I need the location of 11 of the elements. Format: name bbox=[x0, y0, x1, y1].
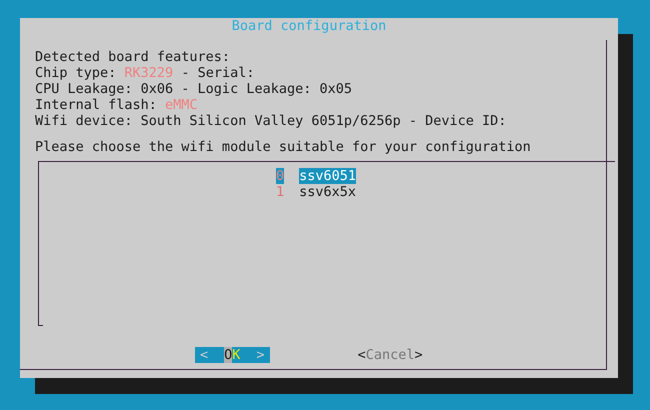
info-line: Chip type: RK3229 - Serial: bbox=[35, 65, 256, 81]
info-line: Internal flash: eMMC bbox=[35, 97, 199, 113]
prompt-text: Please choose the wifi module suitable for your configuration bbox=[35, 139, 532, 155]
info-line: Detected board features: bbox=[35, 49, 232, 65]
menu-item[interactable]: ssv6x5x bbox=[299, 184, 356, 200]
cancel-button[interactable]: <Cancel> bbox=[352, 347, 428, 363]
info-line: CPU Leakage: 0x06 - Logic Leakage: 0x05 bbox=[35, 81, 353, 97]
dialog-title: Board configuration bbox=[232, 18, 386, 34]
ok-button[interactable]: < OK > bbox=[195, 347, 270, 363]
menu-item[interactable]: ssv6051 bbox=[299, 168, 356, 184]
info-line: Wifi device: South Silicon Valley 6051p/6256p - Device ID: bbox=[35, 113, 508, 129]
